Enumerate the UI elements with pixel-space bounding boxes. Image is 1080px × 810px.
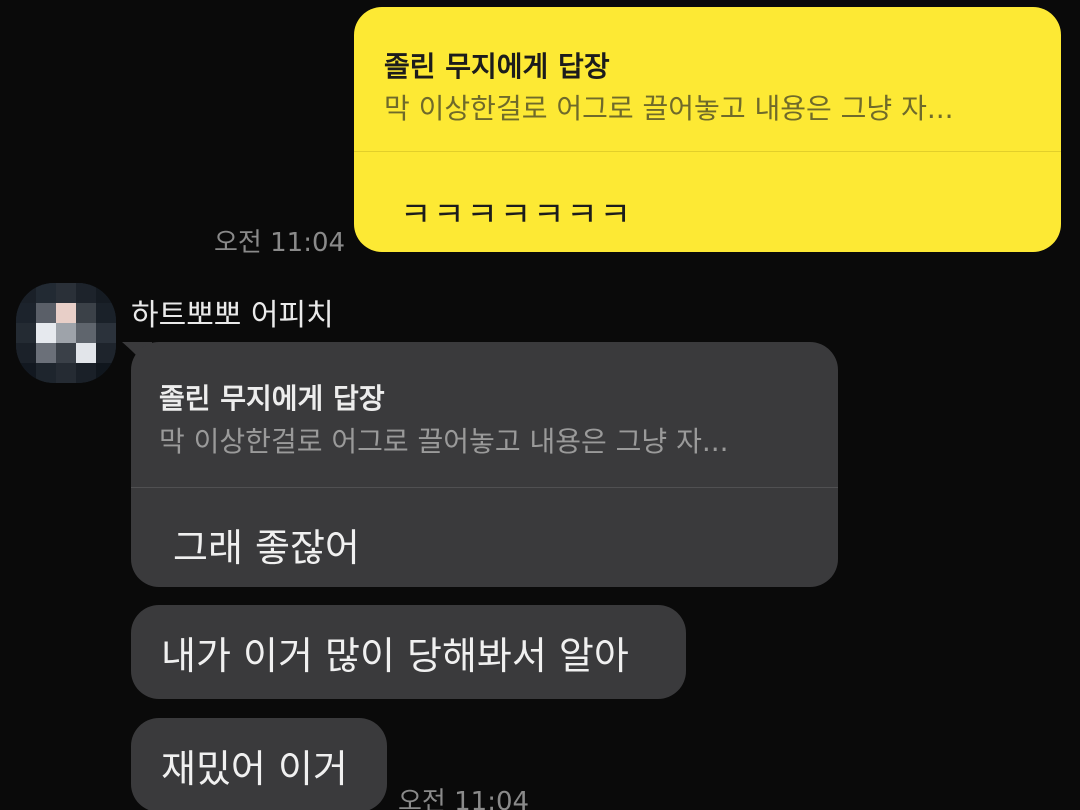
reply-quote[interactable]: 막 이상한걸로 어그로 끌어놓고 내용은 그냥 자... xyxy=(159,420,809,460)
outgoing-reply-bubble[interactable]: 졸린 무지에게 답장 막 이상한걸로 어그로 끌어놓고 내용은 그냥 자... … xyxy=(354,7,1061,252)
reply-quote[interactable]: 막 이상한걸로 어그로 끌어놓고 내용은 그냥 자... xyxy=(384,87,1034,127)
incoming-reply-bubble[interactable]: 졸린 무지에게 답장 막 이상한걸로 어그로 끌어놓고 내용은 그냥 자... … xyxy=(131,342,838,587)
reply-divider xyxy=(354,151,1061,152)
reply-header: 졸린 무지에게 답장 xyxy=(159,382,385,415)
chat-screen: 졸린 무지에게 답장 막 이상한걸로 어그로 끌어놓고 내용은 그냥 자... … xyxy=(0,0,1080,810)
message-timestamp: 오전 11:04 xyxy=(214,228,346,258)
reply-divider xyxy=(131,487,838,488)
incoming-message-bubble[interactable]: 재밌어 이거 xyxy=(131,718,387,810)
message-text: 그래 좋잖어 xyxy=(173,526,360,570)
avatar[interactable] xyxy=(16,283,116,383)
sender-name: 하트뽀뽀 어피치 xyxy=(131,298,334,333)
reply-header: 졸린 무지에게 답장 xyxy=(384,50,610,83)
message-timestamp: 오전 11:04 xyxy=(398,787,530,810)
message-text: ㅋㅋㅋㅋㅋㅋㅋ xyxy=(400,195,633,235)
incoming-message-bubble[interactable]: 내가 이거 많이 당해봐서 알아 xyxy=(131,605,686,699)
